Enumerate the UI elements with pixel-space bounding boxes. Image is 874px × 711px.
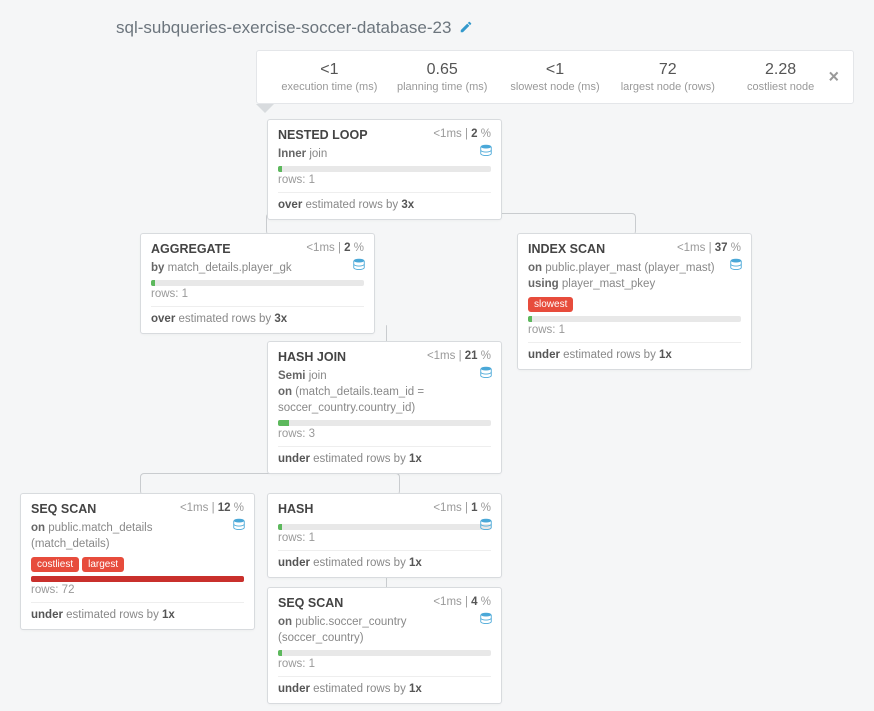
stat-cost: 2.28 costliest node: [724, 61, 837, 93]
plan-node-nested-loop[interactable]: NESTED LOOP <1ms | 2 % Inner join rows: …: [267, 119, 502, 220]
progress-bar: [278, 420, 491, 426]
node-title: NESTED LOOP: [278, 128, 368, 142]
node-timing: <1ms | 1 %: [433, 502, 491, 516]
database-icon[interactable]: [479, 518, 493, 532]
node-title: HASH JOIN: [278, 350, 346, 364]
node-title: SEQ SCAN: [278, 596, 343, 610]
estimate-line: under estimated rows by 1x: [278, 453, 491, 465]
node-title: AGGREGATE: [151, 242, 231, 256]
progress-bar: [278, 524, 491, 530]
plan-node-aggregate[interactable]: AGGREGATE <1ms | 2 % by match_details.pl…: [140, 233, 375, 334]
rows-count: rows: 1: [278, 658, 491, 677]
estimate-line: under estimated rows by 1x: [528, 349, 741, 361]
connector: [140, 473, 400, 495]
estimate-line: under estimated rows by 1x: [31, 609, 244, 621]
node-timing: <1ms | 2 %: [433, 128, 491, 142]
node-timing: <1ms | 2 %: [306, 242, 364, 256]
node-timing: <1ms | 4 %: [433, 596, 491, 610]
database-icon[interactable]: [479, 144, 493, 158]
close-icon[interactable]: ×: [828, 67, 839, 88]
node-desc: Inner join: [278, 146, 491, 162]
node-timing: <1ms | 21 %: [427, 350, 491, 364]
node-desc: Semi joinon (match_details.team_id = soc…: [278, 368, 491, 416]
triangle-pointer-icon: [256, 104, 274, 113]
stat-exec: <1 execution time (ms): [273, 61, 386, 93]
plan-node-seq-scan-soccer-country[interactable]: SEQ SCAN <1ms | 4 % on public.soccer_cou…: [267, 587, 502, 704]
node-desc: by match_details.player_gk: [151, 260, 364, 276]
progress-bar: [278, 650, 491, 656]
estimate-line: over estimated rows by 3x: [151, 313, 364, 325]
plan-node-seq-scan-match-details[interactable]: SEQ SCAN <1ms | 12 % on public.match_det…: [20, 493, 255, 630]
database-icon[interactable]: [729, 258, 743, 272]
node-timing: <1ms | 37 %: [677, 242, 741, 256]
node-desc: on public.soccer_country (soccer_country…: [278, 614, 491, 646]
database-icon[interactable]: [479, 366, 493, 380]
edit-icon[interactable]: [459, 20, 473, 37]
badge-slowest: slowest: [528, 297, 573, 312]
estimate-line: under estimated rows by 1x: [278, 557, 491, 569]
stats-bar: <1 execution time (ms) 0.65 planning tim…: [256, 50, 854, 104]
database-icon[interactable]: [352, 258, 366, 272]
node-title: HASH: [278, 502, 313, 516]
badge-largest: largest: [82, 557, 124, 572]
stat-plan: 0.65 planning time (ms): [386, 61, 499, 93]
rows-count: rows: 1: [528, 324, 741, 343]
stat-slow: <1 slowest node (ms): [499, 61, 612, 93]
rows-count: rows: 3: [278, 428, 491, 447]
node-timing: <1ms | 12 %: [180, 502, 244, 516]
node-desc: on public.match_details (match_details): [31, 520, 244, 552]
node-title: INDEX SCAN: [528, 242, 605, 256]
node-desc: on public.player_mast (player_mast)using…: [528, 260, 741, 292]
badge-costliest: costliest: [31, 557, 79, 572]
page-title: sql-subqueries-exercise-soccer-database-…: [116, 18, 451, 38]
rows-count: rows: 72: [31, 584, 244, 603]
rows-count: rows: 1: [278, 174, 491, 193]
progress-bar: [278, 166, 491, 172]
node-title: SEQ SCAN: [31, 502, 96, 516]
progress-bar: [528, 316, 741, 322]
plan-node-hash-join[interactable]: HASH JOIN <1ms | 21 % Semi joinon (match…: [267, 341, 502, 474]
progress-bar: [31, 576, 244, 582]
stat-large: 72 largest node (rows): [611, 61, 724, 93]
database-icon[interactable]: [479, 612, 493, 626]
estimate-line: over estimated rows by 3x: [278, 199, 491, 211]
estimate-line: under estimated rows by 1x: [278, 683, 491, 695]
rows-count: rows: 1: [278, 532, 491, 551]
plan-node-index-scan[interactable]: INDEX SCAN <1ms | 37 % on public.player_…: [517, 233, 752, 370]
plan-node-hash[interactable]: HASH <1ms | 1 % rows: 1 under estimated …: [267, 493, 502, 578]
progress-bar: [151, 280, 364, 286]
database-icon[interactable]: [232, 518, 246, 532]
rows-count: rows: 1: [151, 288, 364, 307]
